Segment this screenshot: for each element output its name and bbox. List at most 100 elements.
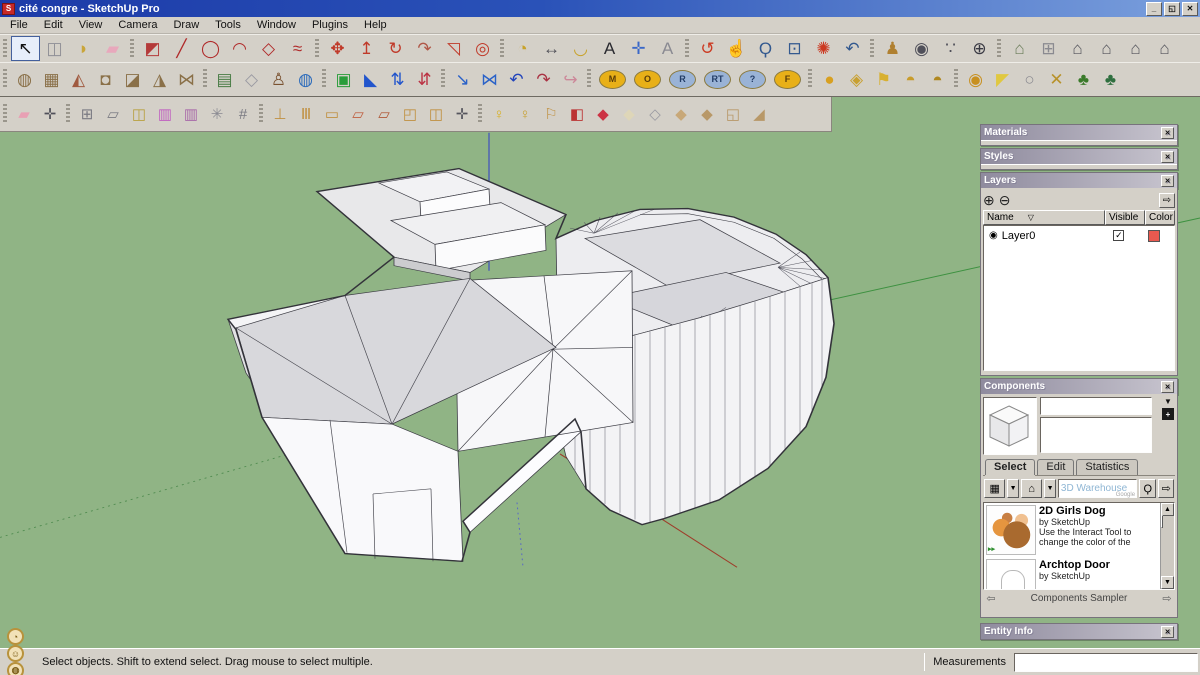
badge-o-icon[interactable]: O — [634, 70, 661, 89]
component-list-item[interactable]: ▸▸ 2D Girls Dog by SketchUp Use the Inte… — [984, 503, 1166, 557]
prism-red-icon[interactable]: ◆ — [590, 102, 616, 126]
grid-tool-2-icon[interactable]: ▱ — [100, 102, 126, 126]
add-plus-icon[interactable]: ✛ — [449, 102, 475, 126]
position-camera-tool-icon[interactable]: ♟ — [878, 36, 907, 61]
styles-close-icon[interactable]: ✕ — [1161, 151, 1174, 163]
toolbar-grip[interactable] — [500, 39, 504, 59]
box-corner-icon[interactable]: ◰ — [397, 102, 423, 126]
toolbar-grip[interactable] — [997, 39, 1001, 59]
prism-tan-pair-icon[interactable]: ◆ — [694, 102, 720, 126]
search-icon[interactable]: Ϙ — [1139, 479, 1156, 498]
menu-file[interactable]: File — [2, 18, 36, 32]
move-tool-icon[interactable]: ✥ — [323, 36, 352, 61]
slab-red-2-icon[interactable]: ▱ — [371, 102, 397, 126]
toolbar-grip[interactable] — [954, 69, 958, 89]
status-geolocation-icon[interactable]: ◍ — [7, 662, 24, 675]
pan-tool-icon[interactable]: ☝ — [722, 36, 751, 61]
tab-statistics[interactable]: Statistics — [1076, 459, 1138, 475]
add-layer-button[interactable]: ⊕ — [983, 193, 995, 207]
menu-tools[interactable]: Tools — [207, 18, 249, 32]
guide-slab-icon[interactable]: ▭ — [319, 102, 345, 126]
dome-1-icon[interactable]: ◓ — [897, 67, 924, 92]
grid-star-icon[interactable]: ✳ — [204, 102, 230, 126]
collection-next-icon[interactable]: ⇨ — [1159, 592, 1175, 605]
arc-tool-icon[interactable]: ◠ — [225, 36, 254, 61]
zoom-tool-icon[interactable]: Ϙ — [751, 36, 780, 61]
entity-info-close-icon[interactable]: ✕ — [1161, 626, 1174, 638]
menu-camera[interactable]: Camera — [110, 18, 165, 32]
circle-tool-icon[interactable]: ◯ — [196, 36, 225, 61]
protractor-tool-icon[interactable]: ◡ — [566, 36, 595, 61]
guide-eraser-icon[interactable]: ▰ — [11, 102, 37, 126]
component-expand-button[interactable]: + — [1162, 408, 1174, 420]
back-view-icon[interactable]: ⌂ — [1121, 36, 1150, 61]
text-tool-icon[interactable]: A — [595, 36, 624, 61]
flag-marker-icon[interactable]: ⚑ — [870, 67, 897, 92]
toolbar-grip[interactable] — [130, 39, 134, 59]
layers-column-color[interactable]: Color — [1145, 210, 1175, 225]
menu-edit[interactable]: Edit — [36, 18, 71, 32]
prism-ivory-icon[interactable]: ◆ — [616, 102, 642, 126]
component-name-field[interactable] — [1040, 397, 1152, 415]
layers-column-name[interactable]: Name ▽ — [983, 210, 1105, 225]
front-view-icon[interactable]: ⌂ — [1063, 36, 1092, 61]
entity-info-header[interactable]: Entity Info ✕ — [981, 624, 1177, 639]
freehand-tool-icon[interactable]: ≈ — [283, 36, 312, 61]
layers-details-button[interactable]: ⇨ — [1159, 193, 1175, 208]
make-component-icon[interactable]: ◫ — [40, 36, 69, 61]
badge-m-icon[interactable]: M — [599, 70, 626, 89]
toolbar-grip[interactable] — [3, 104, 7, 124]
menu-window[interactable]: Window — [249, 18, 304, 32]
red-box-sheet-icon[interactable]: ◧ — [564, 102, 590, 126]
box-stack-icon[interactable]: ◱ — [720, 102, 746, 126]
arrows-up-down-icon[interactable]: ⇅ — [384, 67, 411, 92]
dome-2-icon[interactable]: ◓ — [924, 67, 951, 92]
paint-bucket-icon[interactable]: ◗ — [69, 36, 98, 61]
building-model[interactable] — [228, 169, 834, 562]
eraser-tool-icon[interactable]: ▰ — [98, 36, 127, 61]
follow-me-tool-icon[interactable]: ↷ — [410, 36, 439, 61]
toolbar-grip[interactable] — [259, 104, 263, 124]
menu-draw[interactable]: Draw — [165, 18, 207, 32]
toolbar-grip[interactable] — [3, 39, 7, 59]
select-tool-icon[interactable]: ↖ — [11, 36, 40, 61]
toolbar-grip[interactable] — [587, 69, 591, 89]
flip-edge-tool-icon[interactable]: ⋈ — [173, 67, 200, 92]
restore-button[interactable]: ◱ — [1164, 2, 1180, 16]
zoom-window-tool-icon[interactable]: ⊡ — [780, 36, 809, 61]
badge-r-icon[interactable]: R — [669, 70, 696, 89]
title-bar[interactable]: S cité congre - SketchUp Pro _ ◱ ✕ — [0, 0, 1200, 17]
grid-pink-2-icon[interactable]: ▥ — [178, 102, 204, 126]
sheet-white-icon[interactable]: ◇ — [642, 102, 668, 126]
drape-tool-icon[interactable]: ◪ — [119, 67, 146, 92]
layers-header[interactable]: Layers ✕ — [981, 173, 1177, 188]
box-pair-icon[interactable]: ◫ — [423, 102, 449, 126]
arrows-down-up-icon[interactable]: ⇵ — [411, 67, 438, 92]
component-description-field[interactable] — [1040, 417, 1152, 453]
ball-ring-icon[interactable]: ◉ — [962, 67, 989, 92]
components-close-icon[interactable]: ✕ — [1161, 381, 1174, 393]
layers-close-icon[interactable]: ✕ — [1161, 175, 1174, 187]
grid-tool-1-icon[interactable]: ⊞ — [74, 102, 100, 126]
slab-red-1-icon[interactable]: ▱ — [345, 102, 371, 126]
scrollbar-thumb[interactable] — [1161, 515, 1163, 528]
iso-view-icon[interactable]: ⌂ — [1005, 36, 1034, 61]
toolbar-grip[interactable] — [66, 104, 70, 124]
stand-diamond-icon[interactable]: ◈ — [843, 67, 870, 92]
components-header[interactable]: Components ✕ — [981, 379, 1177, 394]
toolbar-grip[interactable] — [322, 69, 326, 89]
remove-layer-button[interactable]: ⊖ — [999, 193, 1011, 207]
layers-column-visible[interactable]: Visible — [1105, 210, 1145, 225]
toolbar-grip[interactable] — [441, 69, 445, 89]
add-point-icon[interactable]: ✛ — [37, 102, 63, 126]
toggle-terrain-icon[interactable]: ◇ — [238, 67, 265, 92]
toolbar-grip[interactable] — [3, 69, 7, 89]
view-options-caret[interactable]: ▼ — [1007, 479, 1019, 498]
tree-component-2-icon[interactable]: ♣ — [1097, 67, 1124, 92]
rectangle-tool-icon[interactable]: ◩ — [138, 36, 167, 61]
guide-post-icon[interactable]: ⊥ — [267, 102, 293, 126]
viewport[interactable]: ▰✛⊞▱◫▥▥✳#⊥Ⅲ▭▱▱◰◫✛♀♀⚐◧◆◆◇◆◆◱◢ Materials ✕… — [0, 96, 1200, 648]
grid-hash-icon[interactable]: # — [230, 102, 256, 126]
bent-arrow-icon[interactable]: ↪ — [557, 67, 584, 92]
pin-sheet-icon[interactable]: ⚐ — [538, 102, 564, 126]
